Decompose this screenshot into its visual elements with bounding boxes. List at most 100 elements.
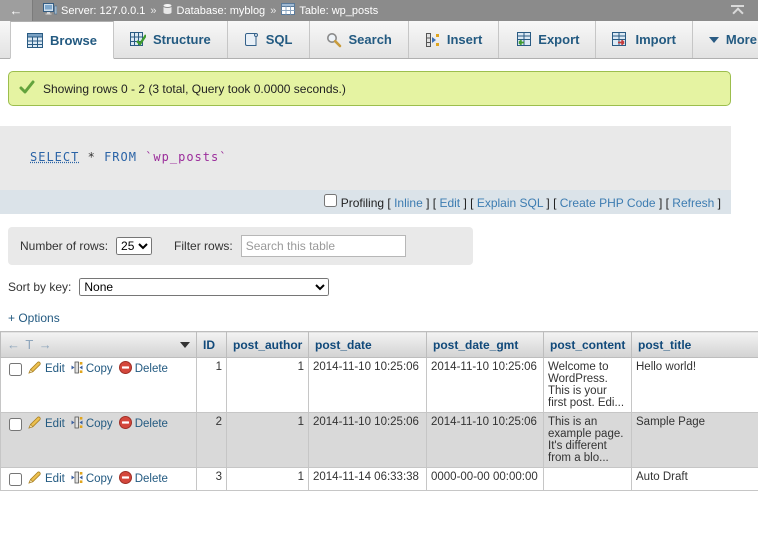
cell-post-date: 2014-11-10 10:25:06 [309, 358, 427, 413]
query-option-link[interactable]: Edit [439, 196, 460, 210]
tab-insert-label: Insert [447, 32, 482, 47]
status-message-text: Showing rows 0 - 2 (3 total, Query took … [43, 82, 346, 96]
tab-search[interactable]: Search [310, 21, 409, 58]
column-header-post-date-gmt[interactable]: post_date_gmt [427, 332, 544, 358]
column-nav-icon[interactable]: ← T → [7, 337, 53, 352]
delete-link[interactable]: Delete [119, 471, 168, 487]
tab-import-label: Import [635, 32, 675, 47]
chevron-down-icon [709, 37, 719, 43]
breadcrumb-separator: » [150, 5, 156, 17]
column-header-post-title[interactable]: post_title [632, 332, 758, 358]
browse-icon [27, 33, 43, 48]
delete-icon [119, 361, 132, 377]
row-actions-cell: Edit Copy Delete [1, 468, 197, 491]
breadcrumb-server[interactable]: Server: 127.0.0.1 [43, 3, 145, 18]
with-selected-menu-icon[interactable] [180, 342, 190, 348]
table-row: Edit Copy Delete 1 1 2014-11-10 10:25:06 [1, 358, 758, 413]
sql-keyword-select[interactable]: SELECT [30, 150, 79, 164]
query-option-link[interactable]: Explain SQL [477, 196, 543, 210]
sort-by-key-label: Sort by key: [8, 280, 71, 294]
table-row: Edit Copy Delete 3 1 2014-11-14 06:33:38 [1, 468, 758, 491]
cell-post-content [544, 468, 632, 491]
row-actions-cell: Edit Copy Delete [1, 413, 197, 468]
query-option-link[interactable]: Inline [394, 196, 423, 210]
edit-link[interactable]: Edit [28, 416, 65, 432]
tab-more-label: More [726, 32, 757, 47]
copy-link[interactable]: Copy [71, 416, 113, 432]
copy-link-label: Copy [86, 418, 113, 430]
row-checkbox[interactable] [9, 363, 22, 376]
query-option-link[interactable]: Refresh [672, 196, 714, 210]
breadcrumb: Server: 127.0.0.1 » Database: myblog » T… [33, 3, 378, 18]
options-toggle[interactable]: + Options [8, 311, 60, 325]
edit-link-label: Edit [45, 363, 65, 375]
number-of-rows-select[interactable]: 25 [116, 237, 152, 255]
breadcrumb-bar: ← Server: 127.0.0.1 » Database: myblog »… [0, 0, 758, 21]
cell-post-content: This is an example page. It's different … [544, 413, 632, 468]
tab-sql[interactable]: SQL [228, 21, 310, 58]
tab-export[interactable]: Export [499, 21, 596, 58]
cell-post-content: Welcome to WordPress. This is your first… [544, 358, 632, 413]
delete-link-label: Delete [135, 473, 168, 485]
tab-structure[interactable]: Structure [114, 21, 228, 58]
status-message: Showing rows 0 - 2 (3 total, Query took … [8, 71, 731, 106]
copy-link[interactable]: Copy [71, 361, 113, 377]
results-table: ← T → ID post_author post_date post_date… [0, 331, 758, 491]
cell-post-date: 2014-11-14 06:33:38 [309, 468, 427, 491]
column-header-post-content[interactable]: post_content [544, 332, 632, 358]
sql-icon [244, 32, 259, 48]
delete-link-label: Delete [135, 363, 168, 375]
pencil-icon [28, 416, 42, 432]
copy-link[interactable]: Copy [71, 471, 113, 487]
table-body: Edit Copy Delete 1 1 2014-11-10 10:25:06 [1, 358, 758, 491]
export-icon [515, 32, 531, 47]
breadcrumb-database[interactable]: Database: myblog [162, 3, 266, 18]
tab-insert[interactable]: Insert [409, 21, 499, 58]
sql-section: SELECT * FROM `wp_posts` Profiling [ Inl… [0, 126, 731, 214]
tab-browse-label: Browse [50, 33, 97, 48]
delete-link-label: Delete [135, 418, 168, 430]
tab-browse[interactable]: Browse [10, 21, 114, 59]
delete-link[interactable]: Delete [119, 361, 168, 377]
breadcrumb-separator: » [270, 5, 276, 17]
profiling-checkbox[interactable] [324, 194, 337, 207]
delete-icon [119, 416, 132, 432]
tab-more[interactable]: More [693, 21, 758, 58]
search-icon [326, 32, 342, 48]
tab-import[interactable]: Import [596, 21, 692, 58]
column-header-id[interactable]: ID [197, 332, 227, 358]
back-arrow-icon: ← [10, 3, 23, 18]
server-icon [43, 3, 57, 18]
query-option-link[interactable]: Create PHP Code [560, 196, 656, 210]
filter-rows-input[interactable] [241, 235, 406, 257]
insert-icon [425, 32, 440, 48]
cell-post-title: Auto Draft [632, 468, 758, 491]
tab-structure-label: Structure [153, 32, 211, 47]
tab-search-label: Search [349, 32, 392, 47]
column-header-post-date[interactable]: post_date [309, 332, 427, 358]
tab-sql-label: SQL [266, 32, 293, 47]
cell-post-date-gmt: 0000-00-00 00:00:00 [427, 468, 544, 491]
cell-post-title: Hello world! [632, 358, 758, 413]
profiling-links: [ Inline ] [ Edit ] [ Explain SQL ] [ Cr… [387, 196, 721, 210]
collapse-icon[interactable] [731, 5, 744, 17]
row-checkbox[interactable] [9, 473, 22, 486]
rows-controls: Number of rows: 25 Filter rows: [8, 227, 473, 265]
filter-rows-label: Filter rows: [174, 239, 233, 253]
cell-post-author: 1 [227, 413, 309, 468]
back-button[interactable]: ← [0, 0, 33, 21]
edit-link[interactable]: Edit [28, 361, 65, 377]
profiling-label[interactable]: Profiling [341, 196, 384, 210]
edit-link[interactable]: Edit [28, 471, 65, 487]
breadcrumb-table-label: Table: wp_posts [299, 5, 378, 17]
column-header-post-author[interactable]: post_author [227, 332, 309, 358]
pencil-icon [28, 361, 42, 377]
copy-icon [71, 416, 83, 432]
delete-link[interactable]: Delete [119, 416, 168, 432]
breadcrumb-table[interactable]: Table: wp_posts [281, 3, 378, 18]
sort-by-key-select[interactable]: None [79, 278, 329, 296]
database-icon [162, 3, 173, 18]
table-icon [281, 3, 295, 18]
sql-query-box: SELECT * FROM `wp_posts` [0, 126, 731, 190]
row-checkbox[interactable] [9, 418, 22, 431]
